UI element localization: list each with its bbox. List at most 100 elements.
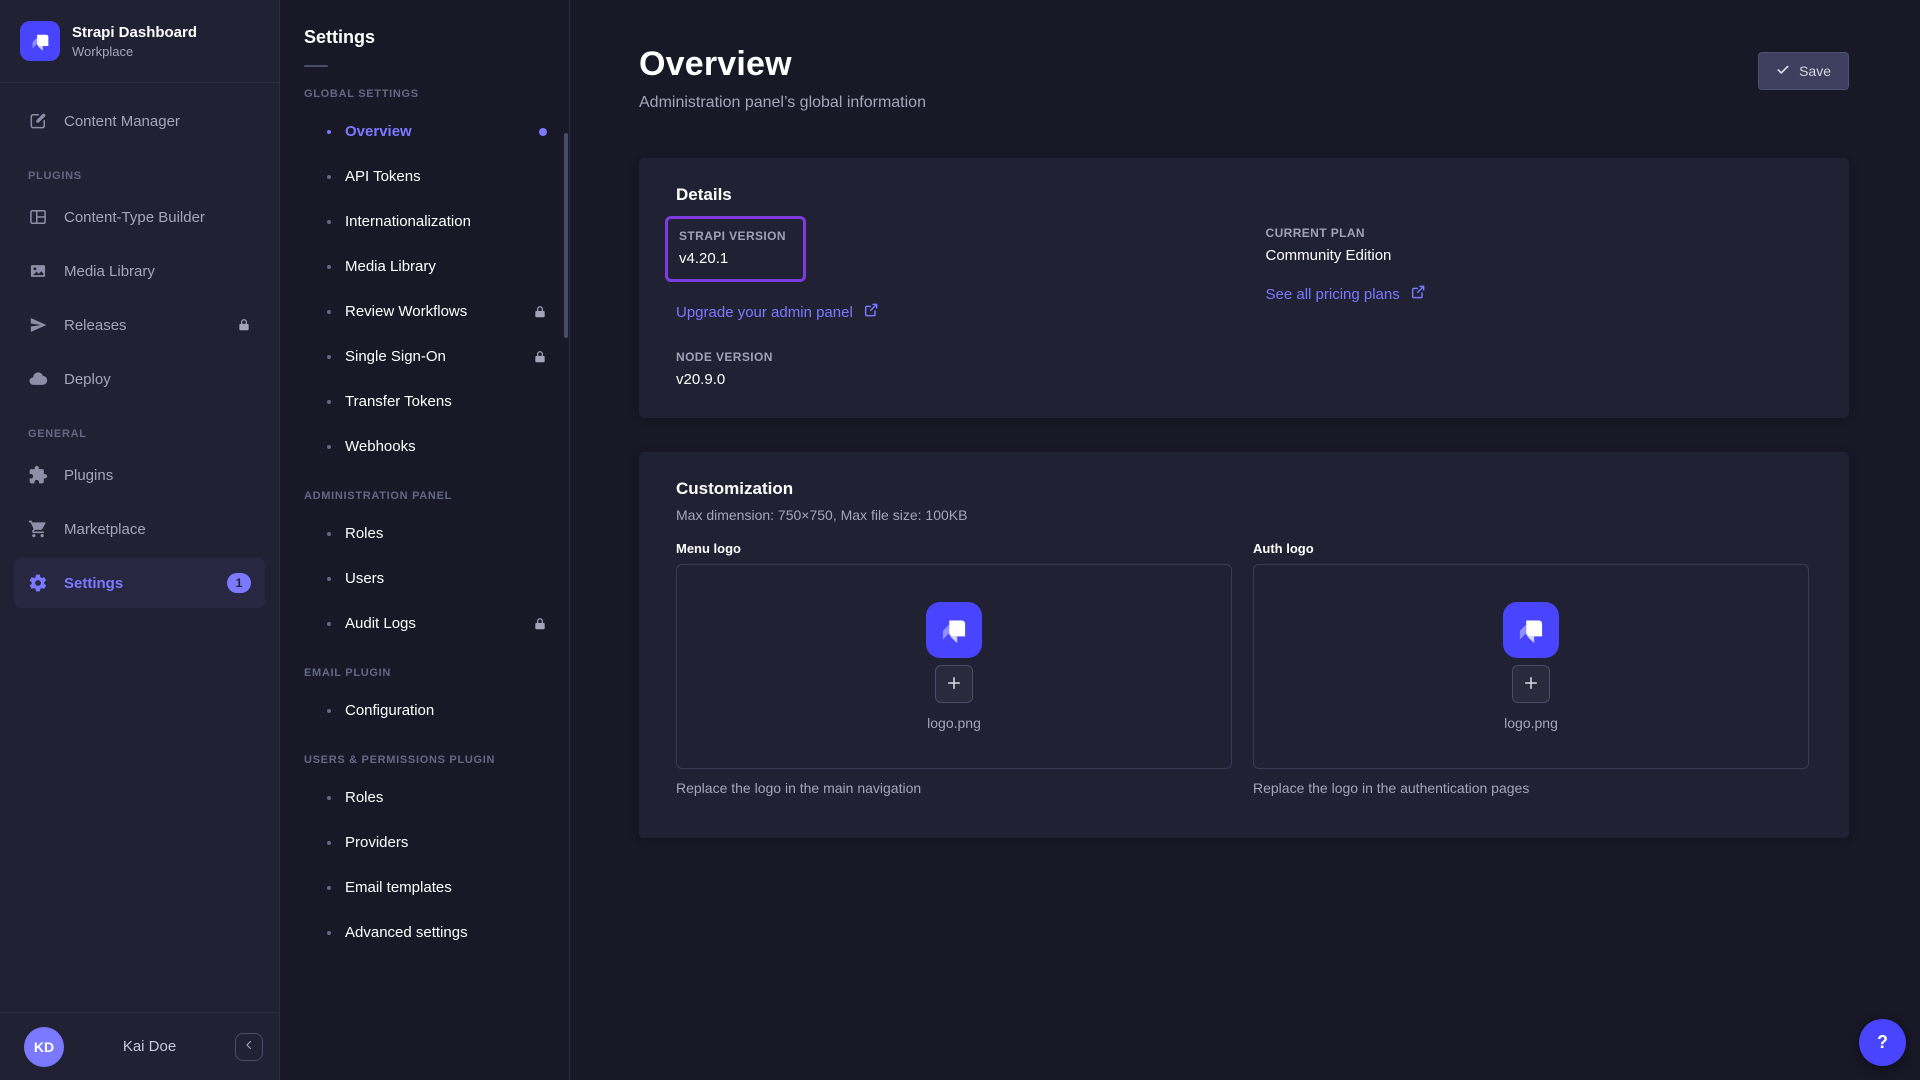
subnav-item-transfer-tokens[interactable]: Transfer Tokens [280,379,569,424]
bullet-dot [327,841,331,845]
subnav-section-administration-panel: ADMINISTRATION PANEL [280,490,569,502]
nav-item-deploy[interactable]: Deploy [14,354,265,404]
bullet-dot [327,355,331,359]
lock-icon [533,350,547,364]
layout-icon [28,207,48,227]
nav-item-content-type-builder[interactable]: Content-Type Builder [14,192,265,242]
subnav-item-review-workflows[interactable]: Review Workflows [280,289,569,334]
details-card: Details STRAPI VERSION v4.20.1 Upgrade y… [639,158,1849,418]
nav-section-plugins: PLUGINS [14,170,265,182]
bullet-dot [327,709,331,713]
bullet-dot [327,796,331,800]
paper-plane-icon [28,315,48,335]
save-button-label: Save [1799,63,1831,79]
auth-logo-label: Auth logo [1253,541,1809,556]
subnav-item-label: Internationalization [345,213,471,230]
subnav-title: Settings [280,27,569,48]
nav-item-label: Marketplace [64,521,146,538]
nav-item-label: Settings [64,575,123,592]
subnav-item-configuration[interactable]: Configuration [280,688,569,733]
subnav-item-label: Email templates [345,879,452,896]
strapi-logo-icon [1503,602,1559,658]
subnav-item-up-roles[interactable]: Roles [280,775,569,820]
subnav-item-single-sign-on[interactable]: Single Sign-On [280,334,569,379]
save-button[interactable]: Save [1758,52,1849,90]
current-plan-label: CURRENT PLAN [1266,226,1810,240]
strapi-version-highlight: STRAPI VERSION v4.20.1 [665,216,806,282]
subnav-item-advanced-settings[interactable]: Advanced settings [280,910,569,955]
gear-icon [28,573,48,593]
bullet-dot [327,400,331,404]
nav-item-label: Media Library [64,263,155,280]
strapi-logo-icon [926,602,982,658]
plus-icon [945,674,963,695]
subnav-item-overview[interactable]: Overview [280,109,569,154]
subnav-item-media-library[interactable]: Media Library [280,244,569,289]
bullet-dot [327,130,331,134]
subnav-item-email-templates[interactable]: Email templates [280,865,569,910]
nav-item-marketplace[interactable]: Marketplace [14,504,265,554]
help-button[interactable]: ? [1859,1019,1906,1066]
subnav-section-global-settings: GLOBAL SETTINGS [280,88,569,100]
subnav-item-providers[interactable]: Providers [280,820,569,865]
workspace-header[interactable]: Strapi Dashboard Workplace [0,0,279,83]
subnav-item-label: Single Sign-On [345,348,446,365]
external-link-icon [1410,284,1426,304]
picture-icon [28,261,48,281]
details-left-column: STRAPI VERSION v4.20.1 Upgrade your admi… [676,226,1220,388]
lock-icon [533,305,547,319]
bullet-dot [327,577,331,581]
current-plan-field: CURRENT PLAN Community Edition [1266,226,1810,264]
strapi-version-value: v4.20.1 [679,250,786,267]
nav-item-label: Content-Type Builder [64,209,205,226]
subnav-item-label: Advanced settings [345,924,468,941]
upgrade-admin-panel-link[interactable]: Upgrade your admin panel [676,302,879,322]
nav-item-content-manager[interactable]: Content Manager [14,96,265,146]
subnav-item-label: Media Library [345,258,436,275]
nav-item-label: Content Manager [64,113,180,130]
subnav-section-users-permissions: USERS & PERMISSIONS PLUGIN [280,754,569,766]
subnav-item-webhooks[interactable]: Webhooks [280,424,569,469]
bullet-dot [327,310,331,314]
add-menu-logo-button[interactable] [935,665,973,703]
customization-constraints: Max dimension: 750×750, Max file size: 1… [676,507,1809,523]
auth-logo-filename: logo.png [1504,715,1558,731]
subnav-item-label: Audit Logs [345,615,416,632]
subnav-item-internationalization[interactable]: Internationalization [280,199,569,244]
nav-section-general: GENERAL [14,428,265,440]
current-plan-value: Community Edition [1266,247,1810,264]
bullet-dot [327,532,331,536]
subnav-item-label: Roles [345,789,383,806]
page-header: Overview Administration panel’s global i… [639,45,1849,112]
scrollbar-thumb[interactable] [564,133,568,338]
notification-dot [539,128,547,136]
nav-item-plugins[interactable]: Plugins [14,450,265,500]
page-title: Overview [639,45,926,84]
subnav-item-admin-roles[interactable]: Roles [280,511,569,556]
menu-logo-filename: logo.png [927,715,981,731]
pricing-plans-link[interactable]: See all pricing plans [1266,284,1426,304]
bullet-dot [327,622,331,626]
add-auth-logo-button[interactable] [1512,665,1550,703]
nav-item-settings[interactable]: Settings 1 [14,558,265,608]
menu-logo-upload[interactable]: logo.png [676,564,1232,769]
details-right-column: CURRENT PLAN Community Edition See all p… [1266,226,1810,388]
menu-logo-hint: Replace the logo in the main navigation [676,780,1232,796]
puzzle-icon [28,465,48,485]
nav-item-releases[interactable]: Releases [14,300,265,350]
subnav-item-label: Providers [345,834,408,851]
collapse-sidebar-button[interactable] [235,1033,263,1061]
user-footer: KD Kai Doe [0,1012,279,1080]
nav-item-media-library[interactable]: Media Library [14,246,265,296]
subnav-item-audit-logs[interactable]: Audit Logs [280,601,569,646]
external-link-icon [863,302,879,322]
avatar[interactable]: KD [24,1027,64,1067]
workspace-subtitle: Workplace [72,44,197,59]
logo-row: Menu logo logo.png Replace the logo in t… [676,541,1809,796]
bullet-dot [327,265,331,269]
subnav-item-api-tokens[interactable]: API Tokens [280,154,569,199]
cloud-icon [28,369,48,389]
auth-logo-upload[interactable]: logo.png [1253,564,1809,769]
subnav-item-users[interactable]: Users [280,556,569,601]
subnav-item-label: Users [345,570,384,587]
